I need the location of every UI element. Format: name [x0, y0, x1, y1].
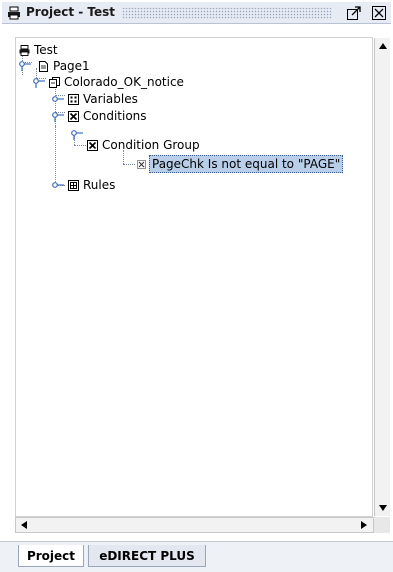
tree-node-condition-group[interactable]: Condition Group — [87, 137, 200, 153]
scroll-down-arrow-icon[interactable] — [375, 501, 390, 515]
expand-handle-icon[interactable] — [52, 112, 64, 122]
vertical-scrollbar[interactable] — [374, 38, 390, 516]
tree-node-label: Test — [34, 43, 58, 57]
expand-handle-icon[interactable] — [33, 78, 45, 88]
expand-handle-icon[interactable] — [19, 61, 31, 71]
scroll-up-arrow-icon[interactable] — [375, 39, 390, 53]
tree-node-label: Condition Group — [102, 138, 200, 152]
tree-node-page[interactable]: Page1 — [38, 58, 90, 74]
tree-node-variables[interactable]: Variables — [68, 91, 138, 107]
variables-icon — [68, 93, 79, 105]
tab-edirect-plus[interactable]: eDIRECT PLUS — [88, 545, 206, 567]
tree-node-label-selected: PageChk Is not equal to "PAGE" — [149, 155, 344, 173]
page-icon — [39, 60, 48, 72]
drag-grip[interactable] — [122, 7, 332, 19]
tree-node-root[interactable]: Test — [19, 42, 58, 58]
condition-icon — [137, 159, 146, 169]
tree-node-condition[interactable]: PageChk Is not equal to "PAGE" — [136, 155, 344, 173]
condition-group-icon — [87, 139, 98, 151]
horizontal-scrollbar[interactable] — [15, 517, 374, 533]
tree-node-label: Variables — [83, 92, 138, 106]
tree-node-label: Rules — [83, 178, 116, 192]
collapsed-handle-icon[interactable] — [52, 181, 64, 191]
float-window-icon[interactable] — [346, 5, 362, 21]
tree-node-label: Page1 — [53, 59, 90, 73]
expand-handle-icon[interactable] — [71, 130, 83, 140]
panel-title: Project - Test — [26, 5, 116, 19]
collapsed-handle-icon[interactable] — [52, 95, 64, 105]
conditions-icon — [68, 110, 79, 122]
tree-node-label: Conditions — [83, 109, 147, 123]
tab-bar: Project eDIRECT PLUS — [0, 541, 393, 572]
tree-node-notice[interactable]: Colorado_OK_notice — [49, 74, 184, 90]
scroll-corner — [374, 517, 390, 533]
project-tree[interactable]: Test Page1 Colorado_OK_notice Variables … — [15, 37, 373, 517]
tree-node-rules[interactable]: Rules — [68, 177, 115, 193]
panel-titlebar[interactable]: Project - Test — [2, 2, 391, 24]
rules-icon — [68, 179, 79, 191]
printer-icon — [8, 6, 20, 20]
scroll-left-arrow-icon[interactable] — [17, 518, 31, 532]
document-stack-icon — [49, 76, 60, 88]
printer-icon — [19, 44, 30, 56]
tree-node-conditions[interactable]: Conditions — [68, 108, 147, 124]
tab-project[interactable]: Project — [18, 545, 84, 567]
project-panel: Project - Test Test Page1 Colorado_OK_no… — [0, 0, 393, 572]
scroll-right-arrow-icon[interactable] — [357, 518, 371, 532]
close-icon[interactable] — [371, 5, 387, 21]
tree-node-label: Colorado_OK_notice — [64, 75, 184, 89]
